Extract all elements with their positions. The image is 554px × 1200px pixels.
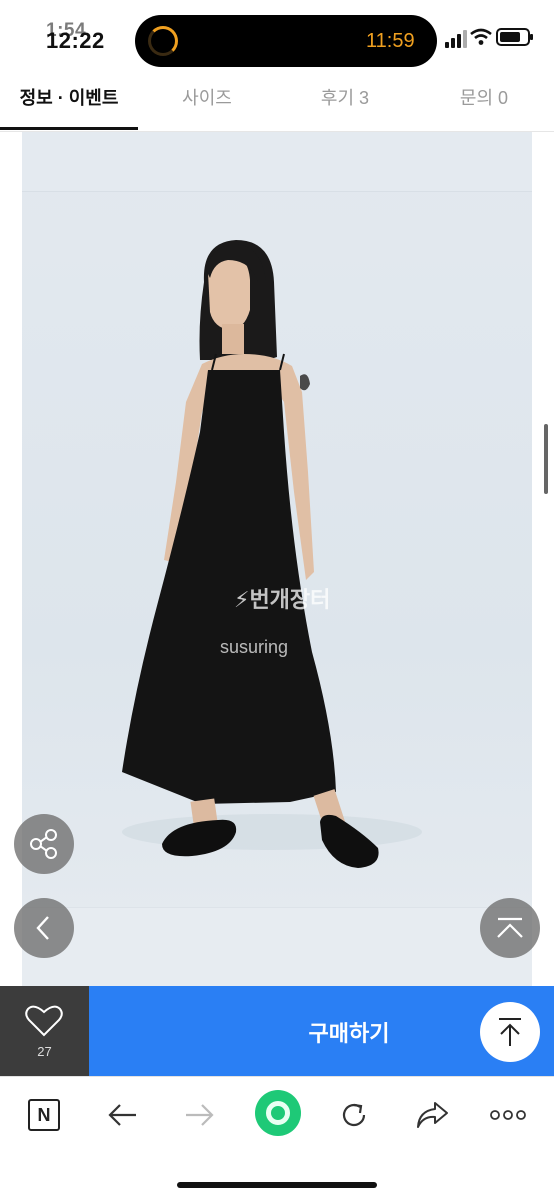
chevron-left-icon — [36, 916, 49, 940]
collapse-button[interactable] — [480, 898, 540, 958]
wifi-icon — [470, 28, 492, 51]
tab-size[interactable]: 사이즈 — [138, 78, 276, 132]
like-button[interactable]: 27 — [0, 986, 89, 1076]
share-page-button[interactable] — [412, 1095, 452, 1135]
more-icon — [490, 1110, 526, 1120]
chevron-up-icon — [497, 917, 523, 938]
naver-letter: N — [37, 1104, 51, 1125]
status-time: 12:22 — [46, 28, 105, 53]
share-button[interactable] — [14, 814, 74, 874]
heart-icon — [25, 1005, 63, 1037]
more-button[interactable] — [488, 1095, 528, 1135]
scrollbar[interactable] — [544, 424, 548, 494]
battery-icon — [496, 28, 533, 46]
watermark-username: susuring — [220, 637, 289, 657]
reload-icon — [342, 1103, 366, 1127]
watermark-logo: ⚡번개장터 — [234, 587, 331, 612]
product-image: ⚡번개장터 susuring — [22, 132, 532, 986]
signal-icon — [445, 30, 469, 48]
back-arrow-icon — [108, 1104, 136, 1126]
home-indicator[interactable] — [177, 1182, 377, 1188]
forward-arrow-icon — [186, 1104, 214, 1126]
product-content: ⚡번개장터 susuring — [0, 132, 554, 986]
product-tabs: 정보 · 이벤트 사이즈 후기 3 문의 0 — [0, 78, 554, 132]
share-icon — [30, 829, 57, 859]
tab-reviews[interactable]: 후기 3 — [276, 78, 414, 132]
purchase-bar: 27 구매하기 — [0, 986, 554, 1076]
forward-button[interactable] — [180, 1095, 220, 1135]
share-icon — [417, 1102, 448, 1128]
reload-button[interactable] — [334, 1095, 374, 1135]
back-button[interactable] — [102, 1095, 142, 1135]
status-bar: 1:54 12:22 11:59 — [0, 0, 554, 78]
naver-home-button[interactable]: N — [24, 1095, 64, 1135]
app-root: 1:54 12:22 11:59 정보 · 이벤트 사이즈 후기 3 문의 0 — [0, 0, 554, 1200]
scroll-to-top-button[interactable] — [480, 1002, 540, 1062]
like-count: 27 — [37, 1044, 52, 1059]
tab-inquiries[interactable]: 문의 0 — [414, 78, 554, 132]
island-time: 11:59 — [366, 30, 415, 52]
previous-button[interactable] — [14, 898, 74, 958]
green-dot-icon — [255, 1090, 301, 1136]
arrow-up-to-top-icon — [499, 1018, 521, 1046]
tab-info-event[interactable]: 정보 · 이벤트 — [0, 78, 138, 132]
timer-icon — [148, 26, 178, 56]
model-figure — [122, 240, 422, 868]
tab-active-indicator — [0, 127, 138, 130]
green-dot-button[interactable] — [254, 1089, 302, 1137]
naver-logo-icon: N — [28, 1099, 60, 1131]
